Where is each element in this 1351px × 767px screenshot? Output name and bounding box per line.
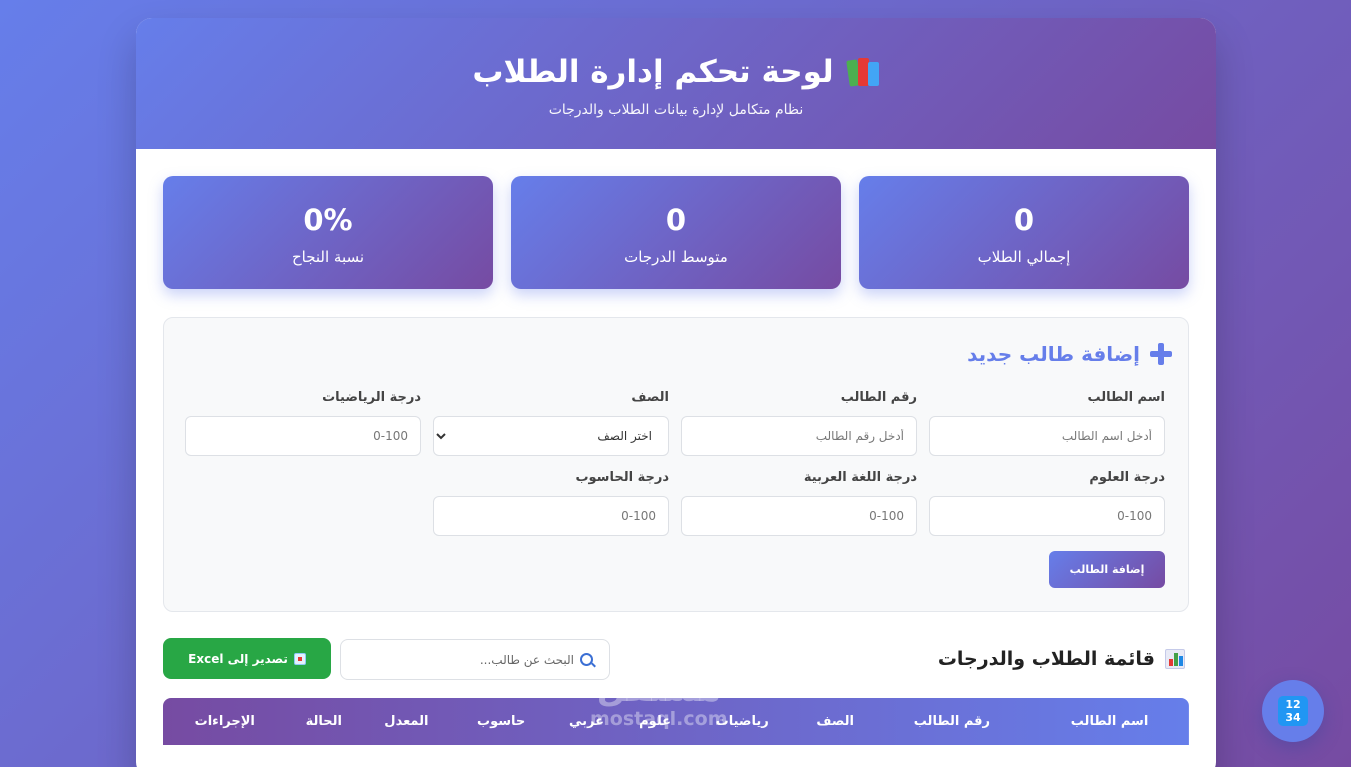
col-computer: حاسوب: [477, 714, 526, 729]
table-header-row: اسم الطالب رقم الطالب الصف رياضيات علوم …: [163, 698, 1189, 745]
search-icon: [580, 653, 593, 666]
science-grade-label: درجة العلوم: [1089, 470, 1165, 485]
computer-grade-label: درجة الحاسوب: [575, 470, 669, 485]
stat-value: 0: [665, 203, 687, 237]
page-header: لوحة تحكم إدارة الطلاب نظام متكامل لإدار…: [136, 18, 1216, 149]
col-average: المعدل: [384, 714, 429, 729]
math-grade-label: درجة الرياضيات: [322, 390, 421, 405]
bar-chart-icon: [1165, 649, 1185, 669]
col-arabic: عربي: [569, 714, 605, 729]
form-title: إضافة طالب جديد: [967, 342, 1172, 366]
page-title-row: لوحة تحكم إدارة الطلاب: [136, 18, 1216, 92]
col-grade-level: الصف: [816, 714, 854, 729]
export-icon: [293, 652, 306, 665]
computer-grade-input[interactable]: [433, 496, 669, 536]
stat-value: 0%: [303, 203, 353, 237]
books-icon: [845, 56, 880, 88]
col-actions: الإجراءات: [194, 714, 255, 729]
table-row-empty: [163, 745, 1189, 767]
arabic-grade-field: درجة اللغة العربية: [681, 470, 917, 536]
stats-row: 0 إجمالي الطلاب 0 متوسط الدرجات 0% نسبة …: [163, 176, 1189, 289]
col-student-id: رقم الطالب: [913, 714, 991, 729]
grade-level-field: الصف اختر الصف: [433, 390, 669, 456]
export-excel-button[interactable]: تصدير إلى Excel: [163, 638, 331, 679]
students-list-header: قائمة الطلاب والدرجات تصدير إلى Excel: [163, 638, 1189, 680]
student-id-input[interactable]: [681, 416, 917, 456]
students-list-title: قائمة الطلاب والدرجات: [938, 648, 1185, 670]
arabic-grade-input[interactable]: [681, 496, 917, 536]
student-name-label: اسم الطالب: [1087, 390, 1166, 405]
student-name-field: اسم الطالب: [929, 390, 1165, 456]
math-grade-field: درجة الرياضيات: [185, 390, 421, 456]
page-subtitle: نظام متكامل لإدارة بيانات الطلاب والدرجا…: [548, 102, 804, 118]
form-title-text: إضافة طالب جديد: [967, 342, 1140, 366]
add-student-button[interactable]: إضافة الطالب: [1049, 551, 1165, 588]
science-grade-input[interactable]: [929, 496, 1165, 536]
plus-icon: [1150, 343, 1172, 365]
grade-level-label: الصف: [631, 390, 669, 405]
col-student-name: اسم الطالب: [1070, 714, 1149, 729]
students-list-title-text: قائمة الطلاب والدرجات: [937, 648, 1155, 670]
student-name-input[interactable]: [929, 416, 1165, 456]
numbers-icon-top: 12: [1285, 698, 1301, 711]
grade-level-select[interactable]: اختر الصف: [433, 416, 669, 456]
stat-value: 0: [1013, 203, 1035, 237]
col-status: الحالة: [305, 714, 342, 729]
computer-grade-field: درجة الحاسوب: [433, 470, 669, 536]
students-table: اسم الطالب رقم الطالب الصف رياضيات علوم …: [163, 698, 1189, 767]
page-title: لوحة تحكم إدارة الطلاب: [472, 54, 834, 90]
student-id-field: رقم الطالب: [681, 390, 917, 456]
stat-total-students: 0 إجمالي الطلاب: [859, 176, 1189, 289]
export-excel-label: تصدير إلى Excel: [188, 651, 288, 666]
dashboard-container: لوحة تحكم إدارة الطلاب نظام متكامل لإدار…: [136, 18, 1216, 767]
stat-average-grades: 0 متوسط الدرجات: [511, 176, 841, 289]
search-input[interactable]: [374, 652, 574, 667]
stat-pass-rate: 0% نسبة النجاح: [163, 176, 493, 289]
arabic-grade-label: درجة اللغة العربية: [803, 470, 917, 485]
col-science: علوم: [639, 714, 672, 729]
math-grade-input[interactable]: [185, 416, 421, 456]
add-student-form: إضافة طالب جديد اسم الطالب رقم الطالب ال…: [163, 317, 1189, 612]
col-math: رياضيات: [715, 714, 769, 729]
numbers-icon-bottom: 34: [1285, 711, 1301, 724]
stat-label: إجمالي الطلاب: [977, 248, 1071, 266]
floating-action-button[interactable]: 12 34: [1262, 680, 1324, 742]
search-box[interactable]: [340, 639, 610, 680]
student-id-label: رقم الطالب: [840, 390, 917, 405]
numbers-icon: 12 34: [1278, 696, 1308, 726]
students-table-wrapper: اسم الطالب رقم الطالب الصف رياضيات علوم …: [163, 698, 1189, 767]
science-grade-field: درجة العلوم: [929, 470, 1165, 536]
stat-label: نسبة النجاح: [291, 248, 365, 266]
stat-label: متوسط الدرجات: [624, 248, 728, 266]
